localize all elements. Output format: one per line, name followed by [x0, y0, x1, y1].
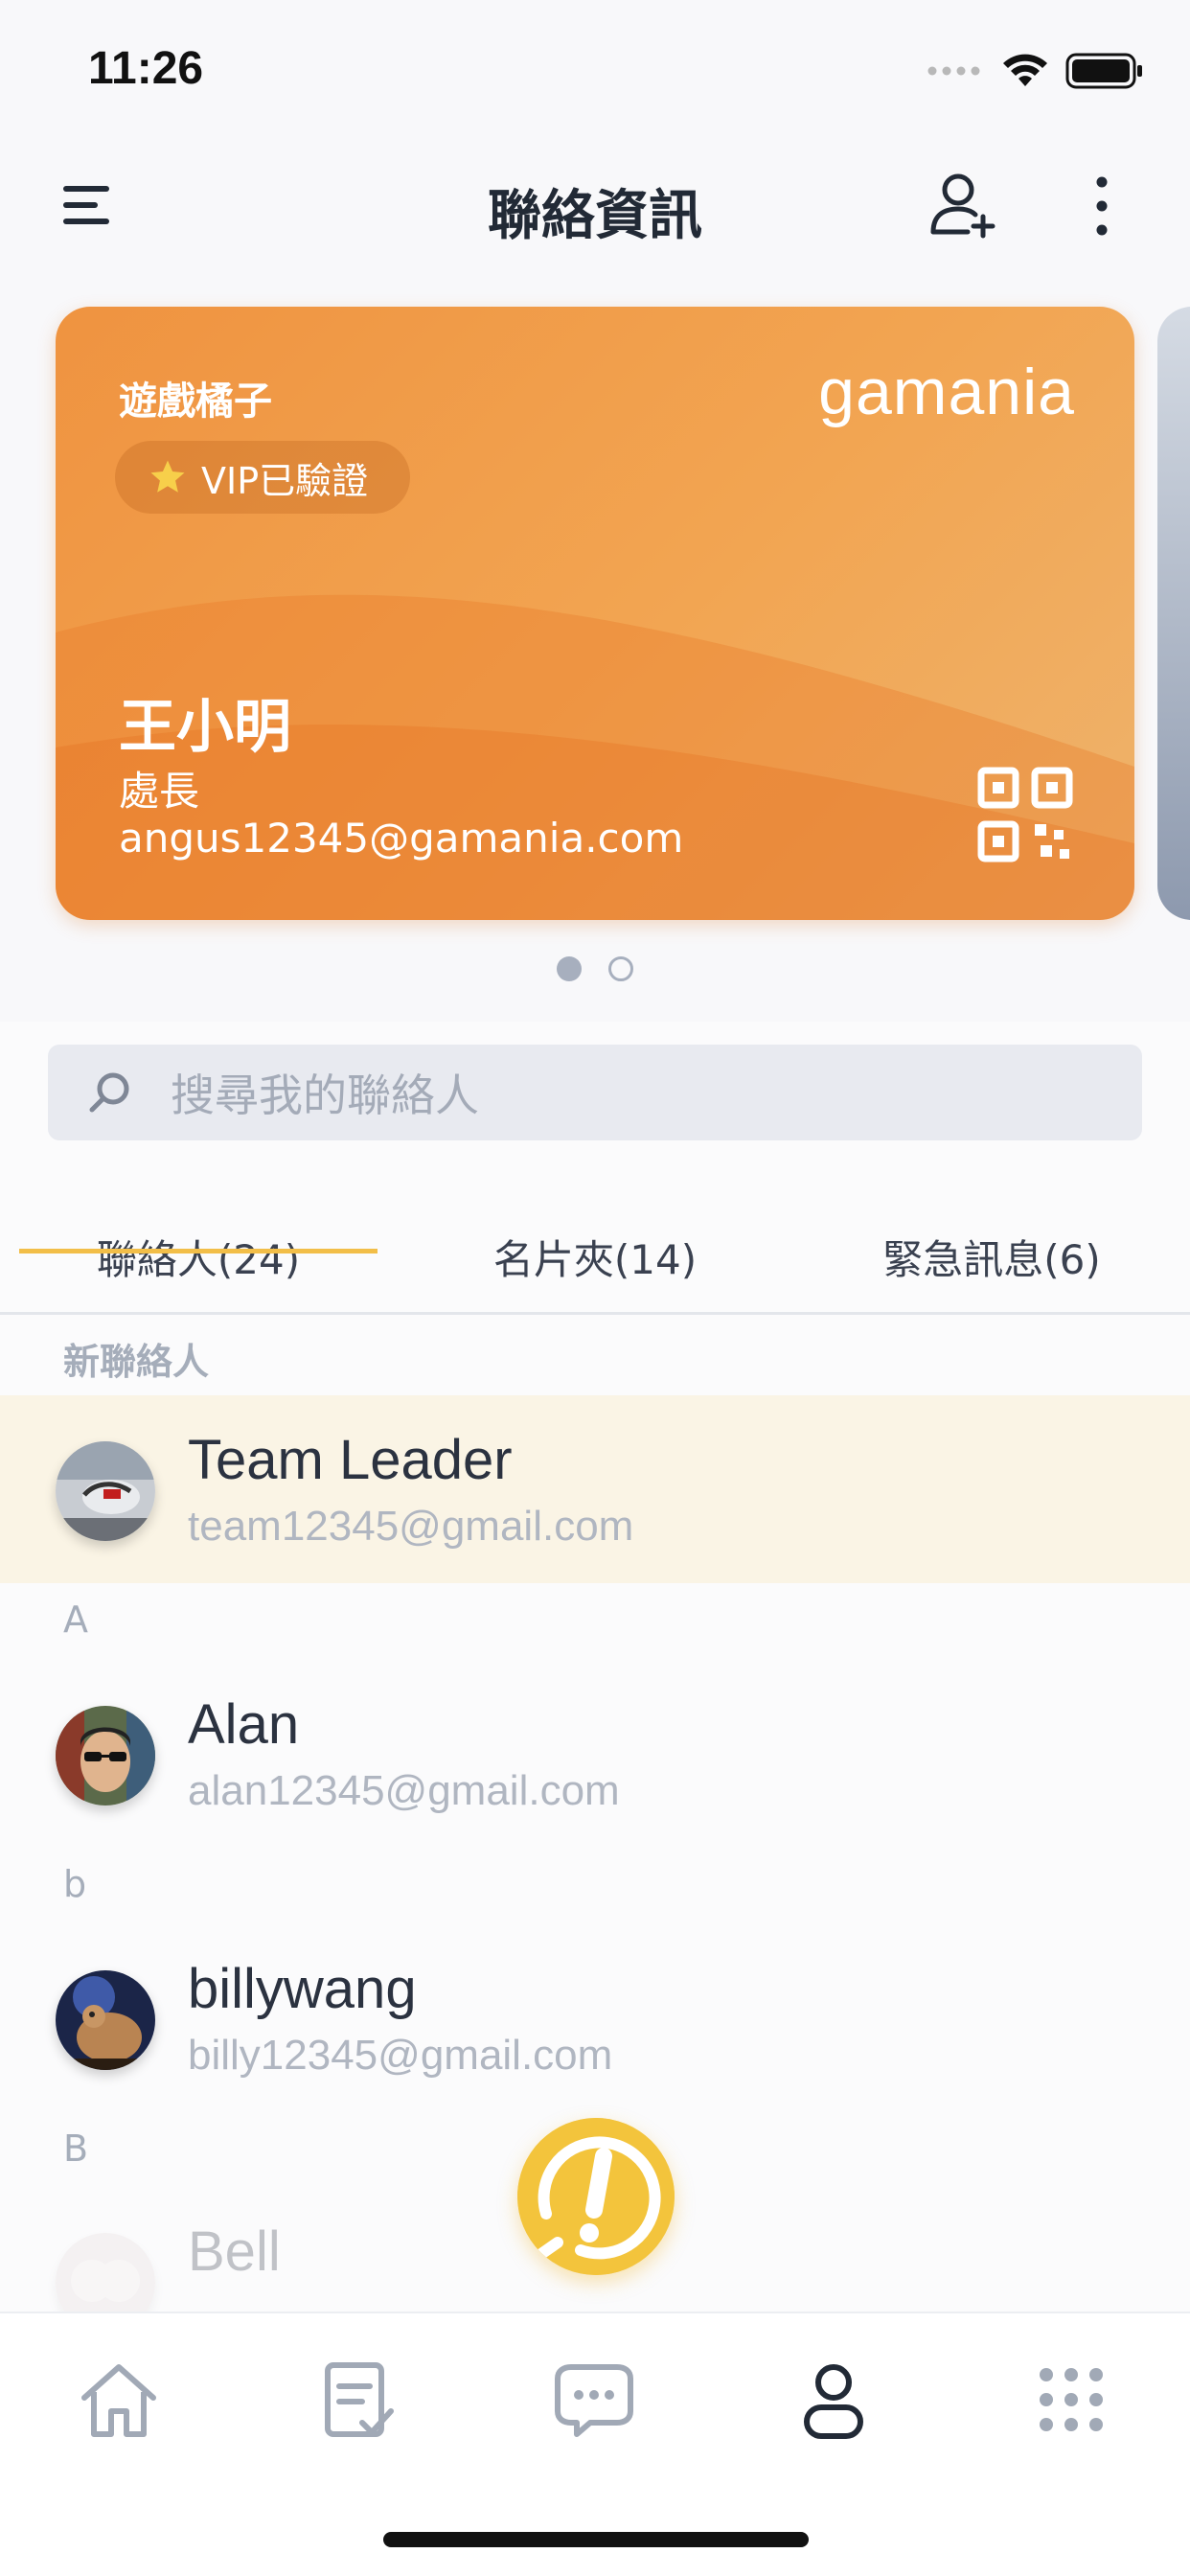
battery-icon [1065, 53, 1142, 89]
carousel-pagination [0, 956, 1190, 981]
qr-code-icon[interactable] [977, 767, 1073, 862]
search-input[interactable]: 搜尋我的聯絡人 [48, 1045, 1142, 1140]
avatar [56, 2233, 155, 2312]
page-dot[interactable] [608, 956, 633, 981]
section-header-b-lower: b [63, 1863, 87, 1905]
section-header-new: 新聯絡人 [63, 1341, 210, 1383]
tab-contacts[interactable]: 聯絡人(24) [19, 1198, 378, 1315]
contact-name: billywang [188, 1958, 417, 2020]
contacts-screen: 11:26 聯絡資訊 遊戲橘子 gamania VIP已驗證 王小明 處長 an… [0, 0, 1190, 2576]
page-dot-active[interactable] [557, 956, 582, 981]
more-options-icon[interactable] [1083, 172, 1121, 240]
contact-email: billy12345@gmail.com [188, 2032, 613, 2079]
next-card-peek[interactable] [1157, 307, 1190, 920]
status-icons [927, 48, 1144, 94]
contact-name: Bell [188, 2220, 281, 2283]
checklist-icon[interactable] [309, 2352, 404, 2448]
contact-row-billywang[interactable]: billywang billy12345@gmail.com [0, 1924, 1190, 2112]
company-logo: gamania [818, 356, 1075, 428]
section-header-b-upper: B [63, 2128, 89, 2170]
card-holder-name: 王小明 [119, 694, 291, 761]
avatar [56, 1706, 155, 1806]
card-job-title: 處長 [119, 768, 200, 815]
person-icon[interactable] [786, 2352, 881, 2448]
search-icon [89, 1072, 129, 1113]
app-header: 聯絡資訊 [0, 144, 1190, 268]
page-title: 聯絡資訊 [488, 185, 702, 247]
tab-card-holder[interactable]: 名片夾(14) [416, 1198, 774, 1315]
contact-name: Team Leader [188, 1429, 513, 1491]
home-icon[interactable] [71, 2352, 167, 2448]
search-placeholder: 搜尋我的聯絡人 [171, 1070, 479, 1121]
grid-icon[interactable] [1023, 2352, 1119, 2448]
home-indicator[interactable] [383, 2532, 809, 2547]
contact-email: team12345@gmail.com [188, 1503, 634, 1550]
tab-bar: 聯絡人(24) 名片夾(14) 緊急訊息(6) [0, 1198, 1190, 1315]
emergency-alert-button[interactable] [517, 2118, 675, 2275]
contact-row-team-leader[interactable]: Team Leader team12345@gmail.com [0, 1395, 1190, 1583]
contact-row-alan[interactable]: Alan alan12345@gmail.com [0, 1660, 1190, 1848]
star-icon [150, 460, 185, 493]
tab-emergency-messages[interactable]: 緊急訊息(6) [812, 1198, 1171, 1315]
card-carousel[interactable]: 遊戲橘子 gamania VIP已驗證 王小明 處長 angus12345@ga… [0, 307, 1190, 920]
section-header-a: A [63, 1598, 88, 1641]
chat-icon[interactable] [546, 2352, 642, 2448]
wifi-icon [1003, 54, 1047, 86]
vip-badge-label: VIP已驗證 [201, 459, 369, 502]
card-email: angus12345@gamania.com [119, 815, 684, 862]
contact-email: alan12345@gmail.com [188, 1767, 620, 1814]
business-card[interactable]: 遊戲橘子 gamania VIP已驗證 王小明 處長 angus12345@ga… [56, 307, 1134, 920]
avatar [56, 1970, 155, 2070]
contact-name: Alan [188, 1693, 300, 1756]
avatar [56, 1441, 155, 1541]
status-time: 11:26 [88, 43, 204, 94]
active-tab-indicator [19, 1249, 378, 1254]
add-contact-icon[interactable] [926, 167, 1002, 243]
signal-icon [927, 66, 980, 76]
card-company: 遊戲橘子 [119, 380, 272, 424]
vip-badge: VIP已驗證 [115, 441, 411, 514]
